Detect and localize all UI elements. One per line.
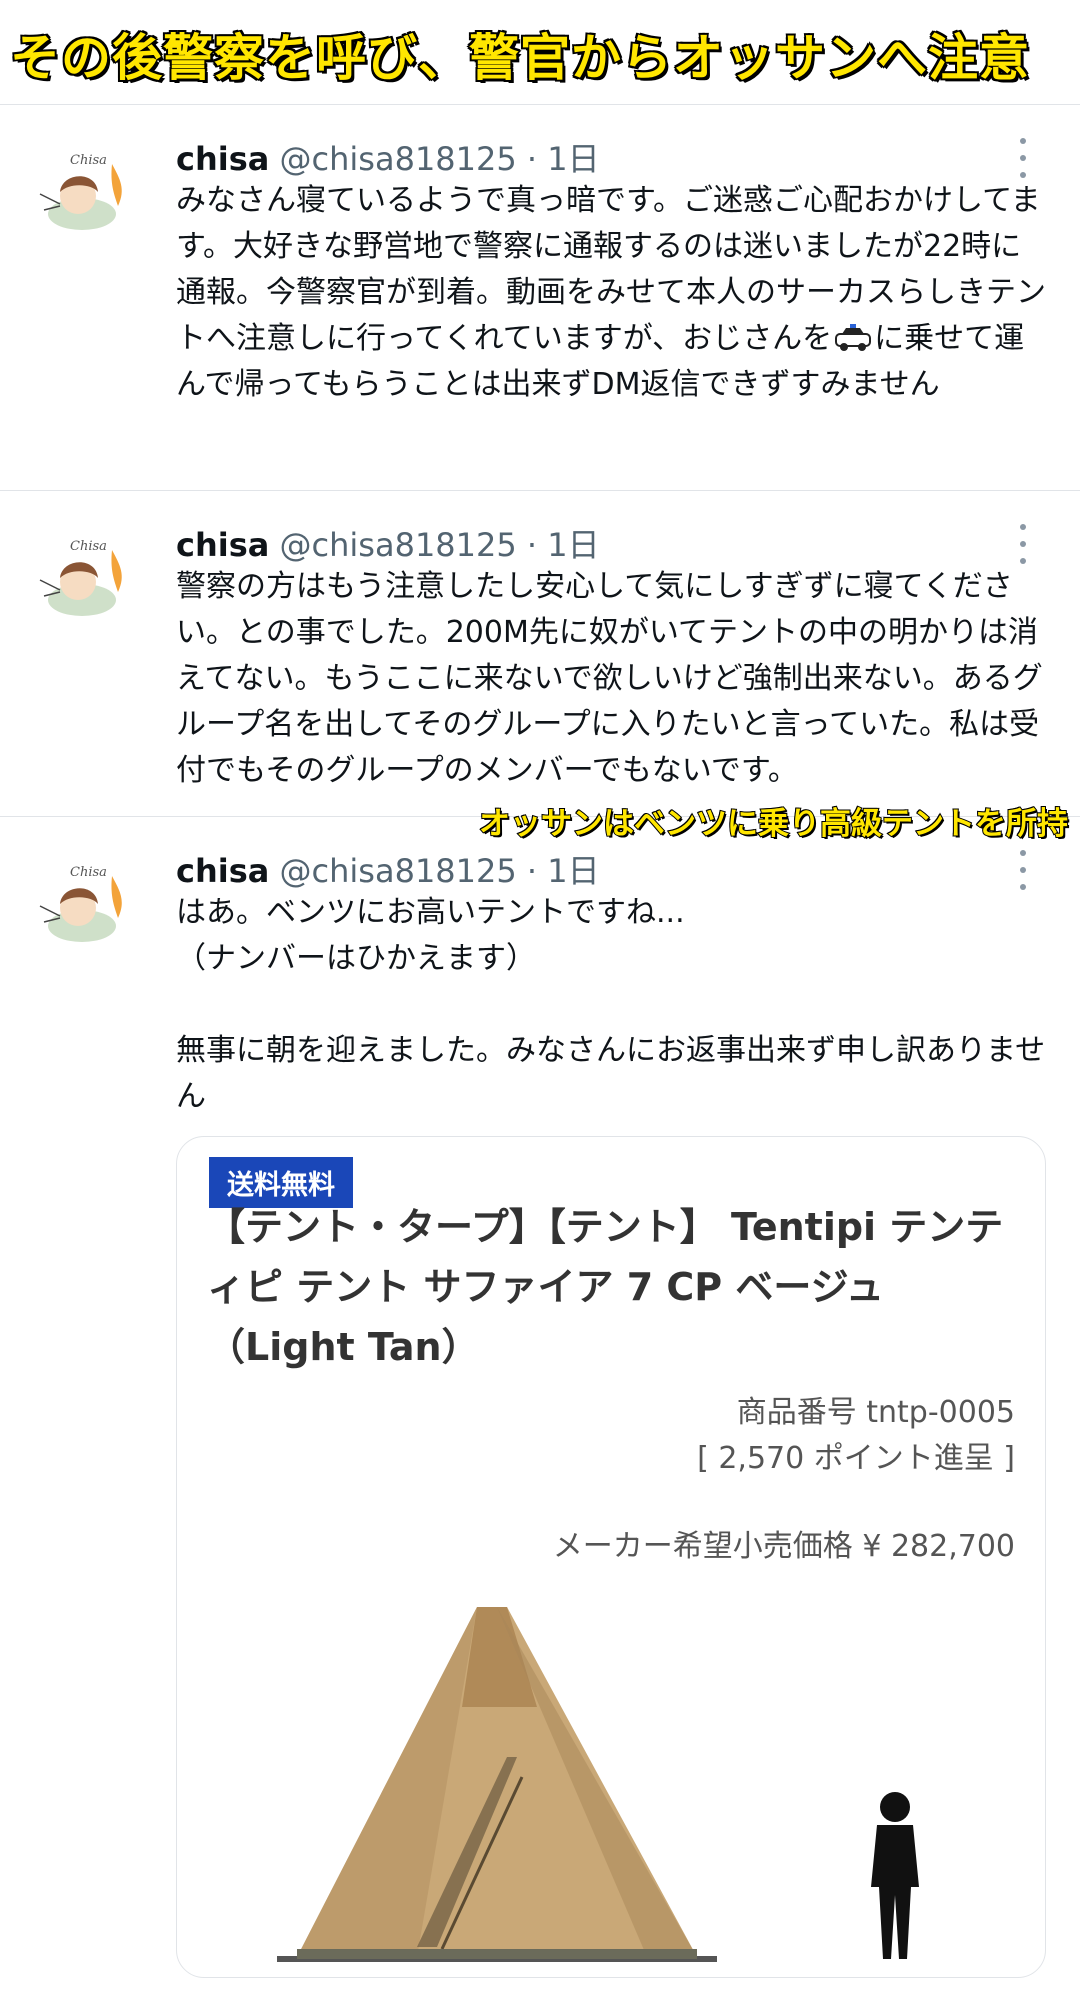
timestamp[interactable]: 1日 xyxy=(547,140,599,178)
avatar-label: Chisa xyxy=(70,153,107,168)
avatar-label: Chisa xyxy=(70,865,107,880)
user-handle[interactable]: @chisa818125 xyxy=(280,526,517,564)
tweet-text-line: はあ。ベンツにお高いテントですね... xyxy=(176,895,685,930)
product-number: 商品番号 tntp-0005 xyxy=(736,1395,1015,1430)
retail-price: メーカー希望小売価格 ¥ 282,700 xyxy=(552,1529,1015,1564)
tweet-2[interactable]: Chisa chisa @chisa818125 · 1日 警察の方はもう注意し… xyxy=(0,490,1080,816)
product-title: 【テント・タープ】【テント】 Tentipi テンティピ テント サファイア 7… xyxy=(207,1205,1004,1369)
display-name[interactable]: chisa xyxy=(176,852,269,890)
tweet-text: はあ。ベンツにお高いテントですね... （ナンバーはひかえます） 無事に朝を迎え… xyxy=(176,890,1046,1120)
tweet-1[interactable]: Chisa chisa @chisa818125 · 1日 みなさん寝ているよう… xyxy=(0,104,1080,490)
more-options-icon[interactable] xyxy=(1008,524,1038,564)
tweet-header: chisa @chisa818125 · 1日 xyxy=(176,134,600,180)
timestamp[interactable]: 1日 xyxy=(547,526,599,564)
avatar[interactable]: Chisa xyxy=(30,846,146,962)
tent-image xyxy=(277,1607,919,1962)
avatar[interactable]: Chisa xyxy=(30,520,146,636)
display-name[interactable]: chisa xyxy=(176,140,269,178)
more-options-icon[interactable] xyxy=(1008,850,1038,890)
avatar[interactable]: Chisa xyxy=(30,134,146,250)
display-name[interactable]: chisa xyxy=(176,526,269,564)
product-card[interactable]: 送料無料 【テント・タープ】【テント】 Tentipi テンティピ テント サフ… xyxy=(176,1136,1046,1978)
tweet-text-line: 無事に朝を迎えました。みなさんにお返事出来ず申し訳ありません xyxy=(176,1033,1046,1114)
police-car-icon xyxy=(835,324,872,351)
top-caption-bar: その後警察を呼び、警官からオッサンへ注意 xyxy=(0,0,1080,104)
tweet-text: 警察の方はもう注意したし安心して気にしすぎずに寝てください。との事でした。200… xyxy=(176,569,1043,788)
points-award: [ 2,570 ポイント進呈 ] xyxy=(697,1441,1015,1476)
tweet-text: みなさん寝ているようで真っ暗です。ご迷惑ご心配おかけしてます。大好きな野営地で警… xyxy=(176,178,1046,408)
separator-dot: · xyxy=(526,852,538,890)
separator-dot: · xyxy=(526,526,538,564)
more-options-icon[interactable] xyxy=(1008,138,1038,178)
timestamp[interactable]: 1日 xyxy=(547,852,599,890)
separator-dot: · xyxy=(526,140,538,178)
user-handle[interactable]: @chisa818125 xyxy=(280,140,517,178)
top-caption: その後警察を呼び、警官からオッサンへ注意 xyxy=(9,28,1031,89)
user-handle[interactable]: @chisa818125 xyxy=(280,852,517,890)
avatar-label: Chisa xyxy=(70,539,107,554)
tweet-header: chisa @chisa818125 · 1日 xyxy=(176,520,600,566)
tweet-text-line: （ナンバーはひかえます） xyxy=(176,941,536,976)
tweet-header: chisa @chisa818125 · 1日 xyxy=(176,846,600,892)
